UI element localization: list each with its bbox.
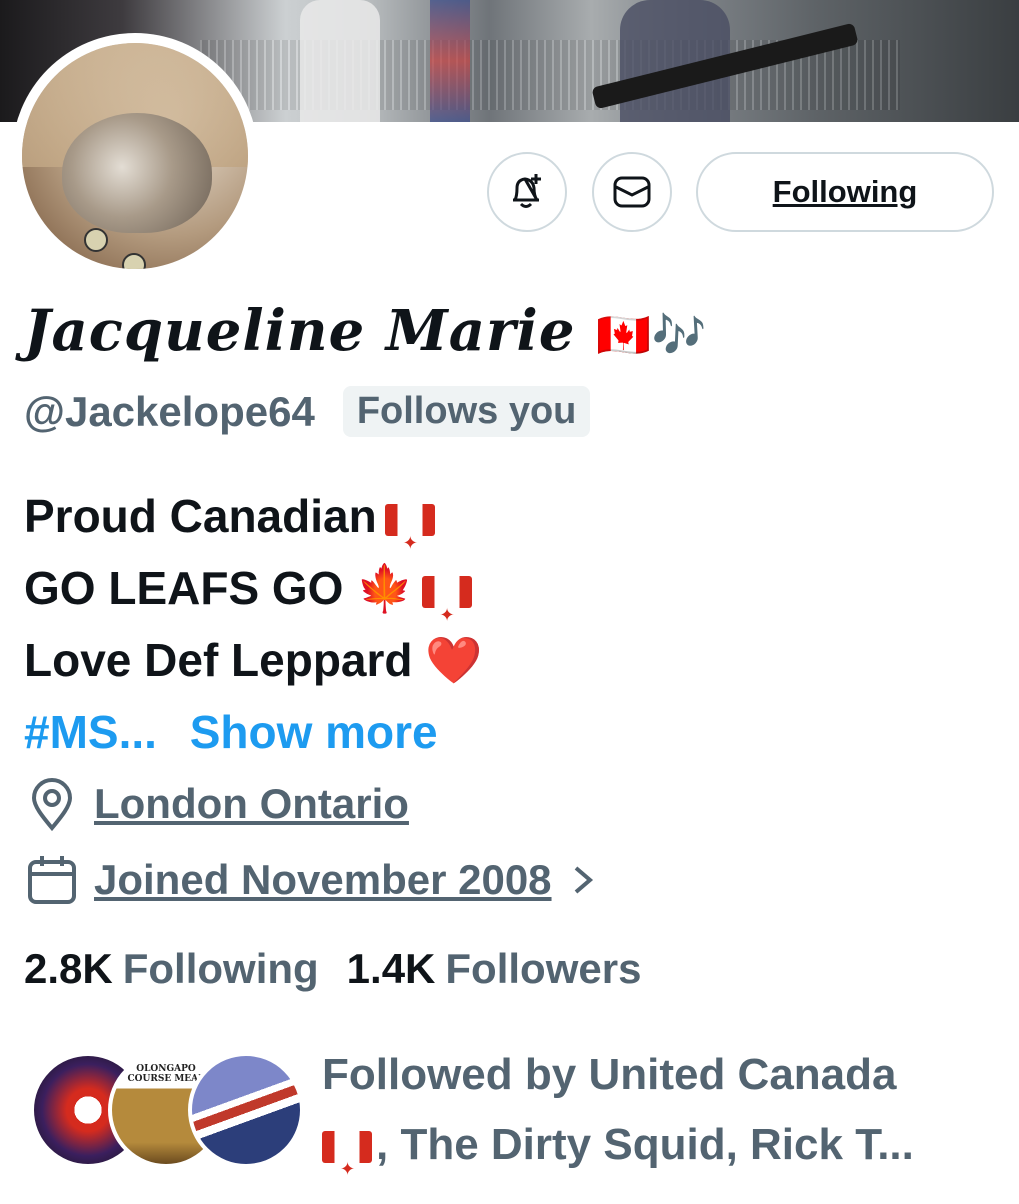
following-stat[interactable]: 2.8K Following <box>24 945 319 993</box>
avatar-cat-eye <box>122 253 146 269</box>
banner-performer <box>300 0 380 122</box>
notify-button[interactable] <box>487 152 567 232</box>
location-link[interactable]: London Ontario <box>94 780 409 828</box>
chevron-right-icon[interactable] <box>566 860 600 900</box>
canada-flag-icon <box>322 1131 372 1204</box>
banner-flag <box>430 0 470 122</box>
display-name-emoji: 🇨🇦🎶 <box>595 310 708 361</box>
calendar-icon <box>28 856 76 904</box>
bio-line-3-text: Love Def Leppard <box>24 634 413 686</box>
avatar-cat <box>62 113 212 233</box>
followers-label: Followers <box>445 945 642 992</box>
followed-by-rest: , The Dirty Squid, Rick T... <box>376 1120 914 1169</box>
followers-count: 1.4K <box>346 945 436 992</box>
follower-avatar-3 <box>188 1052 304 1168</box>
avatar-image <box>22 43 248 269</box>
follower-avatar-2-text: OLONGAPO COURSE MEAL <box>127 1064 205 1084</box>
bio-line-3: Love Def Leppard ❤️ <box>24 624 483 696</box>
followers-stat[interactable]: 1.4K Followers <box>347 945 642 993</box>
following-count: 2.8K <box>24 945 113 992</box>
joined-link[interactable]: Joined November 2008 <box>94 856 552 904</box>
avatar-cat-eye <box>84 228 108 252</box>
display-name-text: Jacqueline Marie <box>24 298 576 364</box>
joined-row: Joined November 2008 <box>24 852 600 908</box>
following-label: Following <box>122 945 319 992</box>
followed-by-prefix: Followed by United Canada <box>322 1050 897 1099</box>
follow-stats: 2.8K Following 1.4K Followers <box>24 945 641 993</box>
user-handle: @Jackelope64 <box>24 387 315 435</box>
canada-flag-icon <box>384 503 435 579</box>
followed-by-avatars[interactable]: OLONGAPO COURSE MEAL <box>30 1052 304 1168</box>
following-button[interactable]: Following <box>696 152 994 232</box>
handle-row: @Jackelope64 Follows you <box>24 386 591 437</box>
show-more-link[interactable]: Show more <box>190 706 438 758</box>
display-name: Jacqueline Marie 🇨🇦🎶 <box>24 298 708 364</box>
bio-line-1: Proud Canadian <box>24 480 483 579</box>
location-row: London Ontario <box>24 776 409 832</box>
follows-you-badge: Follows you <box>342 386 591 437</box>
profile-bio: Proud Canadian GO LEAFS GO 🍁 Love Def Le… <box>24 480 483 768</box>
hashtag-link[interactable]: #MS... <box>24 706 157 758</box>
message-button[interactable] <box>592 152 672 232</box>
canada-flag-icon <box>421 575 472 651</box>
envelope-icon <box>613 176 651 208</box>
profile-avatar[interactable] <box>12 33 258 279</box>
bell-plus-icon <box>513 174 541 208</box>
bio-line-4: #MS... Show more <box>24 696 483 768</box>
bio-line-2-text: GO LEAFS GO <box>24 562 344 614</box>
location-pin-icon <box>31 778 73 832</box>
bio-line-1-text: Proud Canadian <box>24 490 377 542</box>
followed-by-text[interactable]: Followed by United Canada , The Dirty Sq… <box>322 1040 1002 1204</box>
